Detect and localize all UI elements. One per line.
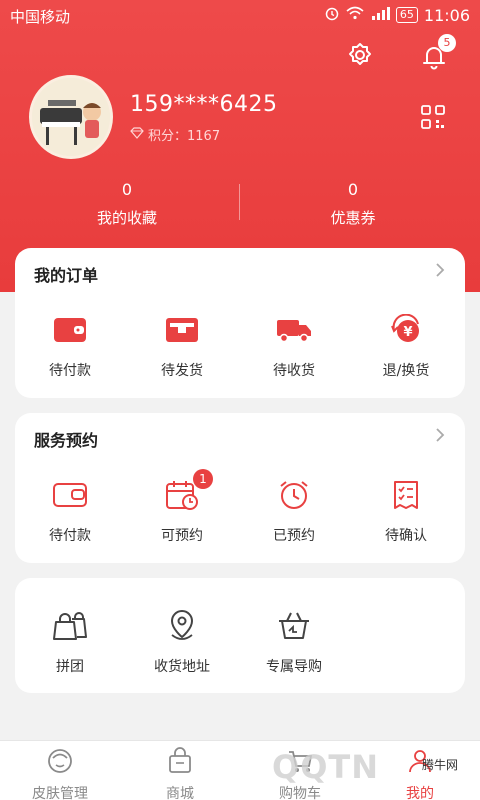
tool-item-address[interactable]: 收货地址 [127,608,237,676]
wifi-icon [346,6,364,24]
coupons-label: 优惠券 [330,209,376,227]
favorites-label: 我的收藏 [96,209,157,227]
order-item-pending-payment[interactable]: 待付款 [15,312,125,380]
tool-item-group-buy[interactable]: 拼团 [15,608,125,676]
wallet-icon [15,312,125,348]
bottom-tab-bar: 皮肤管理 商城 购物车 我的 [0,740,480,800]
avatar[interactable] [29,75,113,159]
shop-icon [120,747,240,779]
carrier-name: 中国移动 [10,8,71,26]
service-item-pending-payment[interactable]: 待付款 [15,477,125,545]
tool-item-label: 拼团 [56,659,84,675]
coupons-stat[interactable]: 0 优惠券 [273,180,433,228]
qr-code-icon [420,105,446,134]
order-item-label: 待付款 [49,363,91,379]
points-info: 积分：1167 [130,125,220,144]
alarm-status-icon [324,5,340,25]
order-item-pending-shipment[interactable]: 待发货 [127,312,237,380]
order-item-label: 退/换货 [382,363,430,379]
orders-title: 我的订单 [34,266,99,285]
points-text: 积分：1167 [148,129,221,144]
service-item-label: 可预约 [161,528,203,544]
tool-item-label: 专属导购 [266,659,322,675]
order-item-refund[interactable]: ¥ 退/换货 [351,312,461,380]
user-phone: 159****6425 [130,92,278,117]
tab-label: 皮肤管理 [32,786,88,800]
gear-icon [345,41,375,75]
face-icon [0,747,120,779]
tab-shop[interactable]: 商城 [120,747,240,800]
service-item-label: 待确认 [385,528,427,544]
services-title: 服务预约 [34,431,99,450]
orders-card: 我的订单 待付款 待发货 待收货 ¥ 退/换货 [15,248,465,398]
watermark-site: 腾牛网 [422,758,459,772]
location-icon [127,608,237,644]
tool-item-shopping-guide[interactable]: 专属导购 [239,608,349,676]
truck-icon [239,312,349,348]
qr-code-button[interactable] [420,104,446,134]
service-item-booked[interactable]: 已预约 [239,477,349,545]
service-item-to-confirm[interactable]: 待确认 [351,477,461,545]
service-item-label: 已预约 [273,528,315,544]
watermark-logo: QQTN [272,748,380,786]
order-item-pending-receipt[interactable]: 待收货 [239,312,349,380]
tool-item-label: 收货地址 [154,659,210,675]
alarm-icon [239,477,349,513]
clock: 11:06 [423,5,470,25]
wallet-icon [15,477,125,513]
signal-icon [370,6,390,24]
svg-text:¥: ¥ [403,325,412,340]
checklist-icon [351,477,461,513]
basket-icon [239,608,349,644]
favorites-count: 0 [121,180,133,199]
tab-label: 商城 [166,786,194,800]
service-item-bookable[interactable]: 可预约 1 [127,469,237,545]
order-item-label: 待发货 [161,363,203,379]
refund-icon: ¥ [351,312,461,348]
tab-skin-care[interactable]: 皮肤管理 [0,747,120,800]
services-card: 服务预约 待付款 可预约 1 已预约 待确认 [15,413,465,563]
settings-button[interactable] [342,40,378,76]
service-item-label: 待付款 [49,528,91,544]
order-item-label: 待收货 [273,363,315,379]
tools-card: 拼团 收货地址 专属导购 [15,578,465,693]
status-bar: 中国移动 65 11:06 [0,0,480,32]
notification-badge: 5 [438,34,456,52]
card-icon [127,312,237,348]
stat-divider [239,184,240,220]
battery-indicator: 65 [395,7,418,23]
calendar-icon [127,477,237,513]
group-bag-icon [15,608,125,644]
diamond-icon [130,126,144,143]
bookable-badge: 1 [193,469,213,489]
favorites-stat[interactable]: 0 我的收藏 [47,180,207,228]
coupons-count: 0 [347,180,359,199]
services-more-button[interactable] [435,427,445,448]
orders-more-button[interactable] [435,262,445,283]
notification-button[interactable]: 5 [416,34,456,76]
